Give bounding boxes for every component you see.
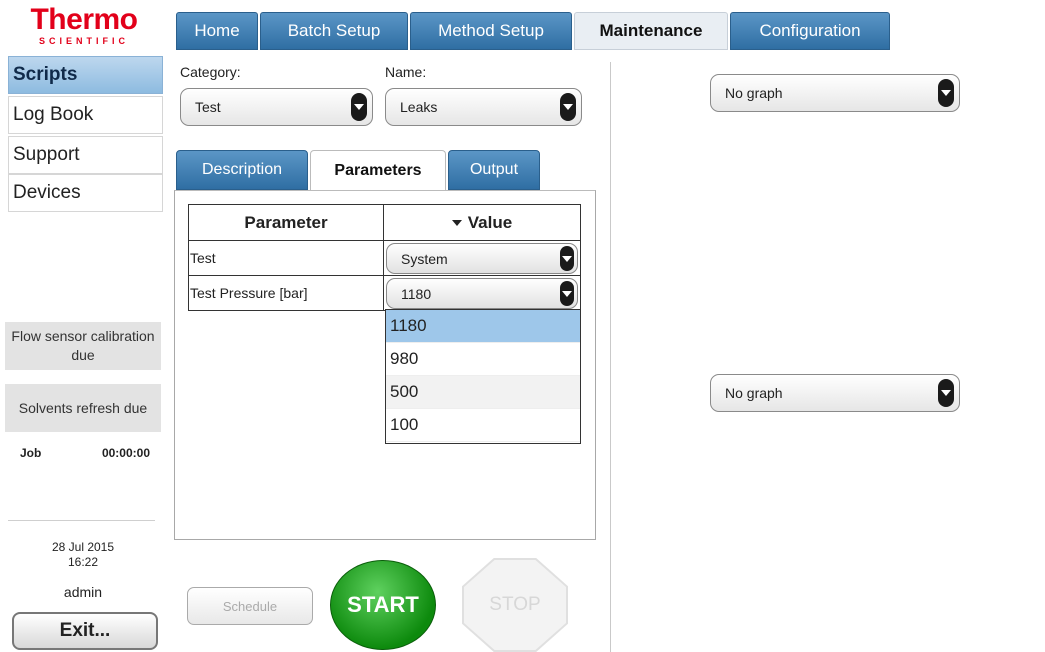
param-value-cell: 1180 bbox=[383, 275, 581, 311]
test-value: System bbox=[401, 250, 448, 267]
pressure-value: 1180 bbox=[401, 285, 432, 302]
category-label: Category: bbox=[180, 64, 241, 80]
graph-dropdown-bottom[interactable]: No graph bbox=[710, 374, 960, 412]
chevron-down-icon bbox=[938, 79, 954, 107]
table-row: Test Pressure [bar] 1180 bbox=[188, 275, 581, 311]
tab-method-setup[interactable]: Method Setup bbox=[410, 12, 572, 50]
parameters-table: Parameter Value Test System Test Pressur… bbox=[188, 204, 581, 311]
chevron-down-icon bbox=[938, 379, 954, 407]
top-tabs: Home Batch Setup Method Setup Maintenanc… bbox=[176, 12, 892, 50]
username: admin bbox=[63, 584, 103, 600]
stop-label: STOP bbox=[489, 594, 541, 615]
tab-configuration[interactable]: Configuration bbox=[730, 12, 890, 50]
tab-parameters[interactable]: Parameters bbox=[310, 150, 446, 190]
sidebar-item-scripts[interactable]: Scripts bbox=[8, 56, 163, 94]
category-value: Test bbox=[195, 99, 221, 115]
logo-sub: SCIENTIFIC bbox=[38, 36, 129, 46]
flow-sensor-status[interactable]: Flow sensor calibration due bbox=[5, 322, 161, 370]
job-label: Job bbox=[20, 446, 42, 460]
option-1180[interactable]: 1180 bbox=[386, 310, 580, 343]
chevron-down-icon bbox=[560, 93, 576, 121]
graph-dropdown-top[interactable]: No graph bbox=[710, 74, 960, 112]
param-name: Test Pressure [bar] bbox=[188, 275, 384, 311]
column-header-parameter[interactable]: Parameter bbox=[188, 204, 384, 241]
category-dropdown[interactable]: Test bbox=[180, 88, 373, 126]
thermo-scientific-logo: Thermo SCIENTIFIC bbox=[14, 3, 154, 50]
start-button[interactable]: START bbox=[330, 560, 436, 650]
graph-top-value: No graph bbox=[725, 85, 783, 101]
chevron-down-icon bbox=[351, 93, 367, 121]
sidebar: Scripts Log Book Support Devices Flow se… bbox=[0, 54, 163, 652]
sidebar-item-devices[interactable]: Devices bbox=[8, 174, 163, 212]
date-time: 28 Jul 2015 16:22 bbox=[5, 540, 161, 570]
tab-home[interactable]: Home bbox=[176, 12, 258, 50]
time: 16:22 bbox=[67, 555, 99, 569]
job-timer: Job 00:00:00 bbox=[20, 446, 150, 460]
stop-button[interactable]: STOP bbox=[462, 558, 568, 652]
sidebar-divider bbox=[8, 520, 155, 521]
date: 28 Jul 2015 bbox=[51, 540, 115, 554]
tab-maintenance[interactable]: Maintenance bbox=[574, 12, 728, 50]
solvents-refresh-status[interactable]: Solvents refresh due bbox=[5, 384, 161, 432]
tab-description[interactable]: Description bbox=[176, 150, 308, 190]
schedule-button[interactable]: Schedule bbox=[187, 587, 313, 625]
graph-bottom-value: No graph bbox=[725, 385, 783, 401]
logo-brand: Thermo bbox=[30, 3, 138, 36]
table-row: Test System bbox=[188, 240, 581, 276]
sidebar-item-log-book[interactable]: Log Book bbox=[8, 96, 163, 134]
test-value-dropdown[interactable]: System bbox=[386, 243, 578, 274]
name-label: Name: bbox=[385, 64, 427, 80]
tab-output[interactable]: Output bbox=[448, 150, 540, 190]
sort-desc-icon bbox=[451, 220, 462, 227]
job-time: 00:00:00 bbox=[101, 446, 150, 460]
chevron-down-icon bbox=[560, 281, 574, 306]
sidebar-item-support[interactable]: Support bbox=[8, 136, 163, 174]
name-value: Leaks bbox=[400, 99, 438, 115]
tab-batch-setup[interactable]: Batch Setup bbox=[260, 12, 408, 50]
param-name: Test bbox=[188, 240, 384, 276]
exit-button[interactable]: Exit... bbox=[12, 612, 158, 650]
option-500[interactable]: 500 bbox=[386, 376, 580, 409]
param-value-cell: System bbox=[383, 240, 581, 276]
pressure-value-dropdown[interactable]: 1180 bbox=[386, 278, 578, 309]
option-100[interactable]: 100 bbox=[386, 409, 580, 442]
option-980[interactable]: 980 bbox=[386, 343, 580, 376]
column-header-value[interactable]: Value bbox=[383, 204, 581, 241]
name-dropdown[interactable]: Leaks bbox=[385, 88, 582, 126]
vertical-separator bbox=[610, 62, 611, 652]
script-subtabs: Description Parameters Output bbox=[176, 150, 542, 190]
chevron-down-icon bbox=[560, 246, 574, 271]
pressure-options-list: 1180 980 500 100 bbox=[385, 309, 581, 444]
